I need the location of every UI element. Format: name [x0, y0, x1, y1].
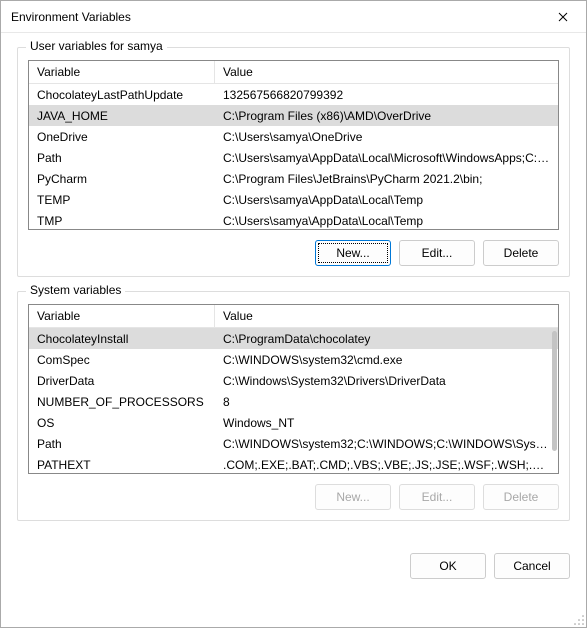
resize-grip-icon [573, 614, 585, 626]
system-cell-value: C:\Windows\System32\Drivers\DriverData [215, 374, 558, 388]
window-title: Environment Variables [11, 10, 131, 24]
user-cell-value: C:\Program Files (x86)\AMD\OverDrive [215, 109, 558, 123]
user-header-value[interactable]: Value [215, 61, 558, 83]
user-header-variable[interactable]: Variable [29, 61, 215, 83]
system-cell-variable: NUMBER_OF_PROCESSORS [29, 395, 215, 409]
system-cell-variable: ChocolateyInstall [29, 332, 215, 346]
user-cell-value: C:\Users\samya\AppData\Local\Temp [215, 214, 558, 228]
user-table-row[interactable]: PathC:\Users\samya\AppData\Local\Microso… [29, 147, 558, 168]
system-group-label: System variables [26, 283, 125, 297]
user-table-row[interactable]: TMPC:\Users\samya\AppData\Local\Temp [29, 210, 558, 230]
system-cell-variable: Path [29, 437, 215, 451]
system-buttons-row: New... Edit... Delete [28, 484, 559, 510]
system-table-scrollbar[interactable] [552, 331, 557, 451]
user-cell-variable: Path [29, 151, 215, 165]
user-cell-value: C:\Users\samya\OneDrive [215, 130, 558, 144]
user-table-row[interactable]: ChocolateyLastPathUpdate1325675668207993… [29, 84, 558, 105]
system-cell-value: Windows_NT [215, 416, 558, 430]
titlebar: Environment Variables [1, 1, 586, 33]
user-cell-value: C:\Users\samya\AppData\Local\Microsoft\W… [215, 151, 558, 165]
close-icon [558, 12, 568, 22]
user-cell-variable: PyCharm [29, 172, 215, 186]
system-new-button[interactable]: New... [315, 484, 391, 510]
user-variables-group: User variables for samya Variable Value … [17, 47, 570, 277]
system-cell-variable: OS [29, 416, 215, 430]
system-table-row[interactable]: ChocolateyInstallC:\ProgramData\chocolat… [29, 328, 558, 349]
system-table-row[interactable]: DriverDataC:\Windows\System32\Drivers\Dr… [29, 370, 558, 391]
system-cell-value: .COM;.EXE;.BAT;.CMD;.VBS;.VBE;.JS;.JSE;.… [215, 458, 558, 472]
resize-grip[interactable] [573, 614, 585, 626]
user-table-row[interactable]: JAVA_HOMEC:\Program Files (x86)\AMD\Over… [29, 105, 558, 126]
system-cell-value: C:\ProgramData\chocolatey [215, 332, 558, 346]
system-header-value[interactable]: Value [215, 305, 558, 327]
system-table-row[interactable]: ComSpecC:\WINDOWS\system32\cmd.exe [29, 349, 558, 370]
user-cell-variable: TEMP [29, 193, 215, 207]
user-delete-button[interactable]: Delete [483, 240, 559, 266]
system-table-row[interactable]: PathC:\WINDOWS\system32;C:\WINDOWS;C:\WI… [29, 433, 558, 454]
system-edit-button[interactable]: Edit... [399, 484, 475, 510]
user-new-button[interactable]: New... [315, 240, 391, 266]
user-table-row[interactable]: PyCharmC:\Program Files\JetBrains\PyChar… [29, 168, 558, 189]
system-cell-variable: DriverData [29, 374, 215, 388]
ok-button[interactable]: OK [410, 553, 486, 579]
user-cell-value: C:\Users\samya\AppData\Local\Temp [215, 193, 558, 207]
cancel-button[interactable]: Cancel [494, 553, 570, 579]
system-cell-value: C:\WINDOWS\system32;C:\WINDOWS;C:\WINDOW… [215, 437, 558, 451]
system-variables-table[interactable]: Variable Value ChocolateyInstallC:\Progr… [28, 304, 559, 474]
system-cell-variable: ComSpec [29, 353, 215, 367]
user-group-label: User variables for samya [26, 39, 167, 53]
system-table-row[interactable]: NUMBER_OF_PROCESSORS8 [29, 391, 558, 412]
dialog-buttons: OK Cancel [1, 545, 586, 593]
system-delete-button[interactable]: Delete [483, 484, 559, 510]
system-cell-value: 8 [215, 395, 558, 409]
system-table-row[interactable]: PATHEXT.COM;.EXE;.BAT;.CMD;.VBS;.VBE;.JS… [29, 454, 558, 474]
user-edit-button[interactable]: Edit... [399, 240, 475, 266]
user-table-row[interactable]: OneDriveC:\Users\samya\OneDrive [29, 126, 558, 147]
system-header-variable[interactable]: Variable [29, 305, 215, 327]
system-cell-variable: PATHEXT [29, 458, 215, 472]
user-cell-variable: ChocolateyLastPathUpdate [29, 88, 215, 102]
user-buttons-row: New... Edit... Delete [28, 240, 559, 266]
system-table-header: Variable Value [29, 305, 558, 328]
user-table-header: Variable Value [29, 61, 558, 84]
user-cell-variable: JAVA_HOME [29, 109, 215, 123]
system-cell-value: C:\WINDOWS\system32\cmd.exe [215, 353, 558, 367]
user-variables-table[interactable]: Variable Value ChocolateyLastPathUpdate1… [28, 60, 559, 230]
user-cell-variable: OneDrive [29, 130, 215, 144]
system-table-row[interactable]: OSWindows_NT [29, 412, 558, 433]
system-variables-group: System variables Variable Value Chocolat… [17, 291, 570, 521]
user-table-row[interactable]: TEMPC:\Users\samya\AppData\Local\Temp [29, 189, 558, 210]
user-cell-value: C:\Program Files\JetBrains\PyCharm 2021.… [215, 172, 558, 186]
close-button[interactable] [540, 1, 586, 33]
user-cell-variable: TMP [29, 214, 215, 228]
user-cell-value: 132567566820799392 [215, 88, 558, 102]
